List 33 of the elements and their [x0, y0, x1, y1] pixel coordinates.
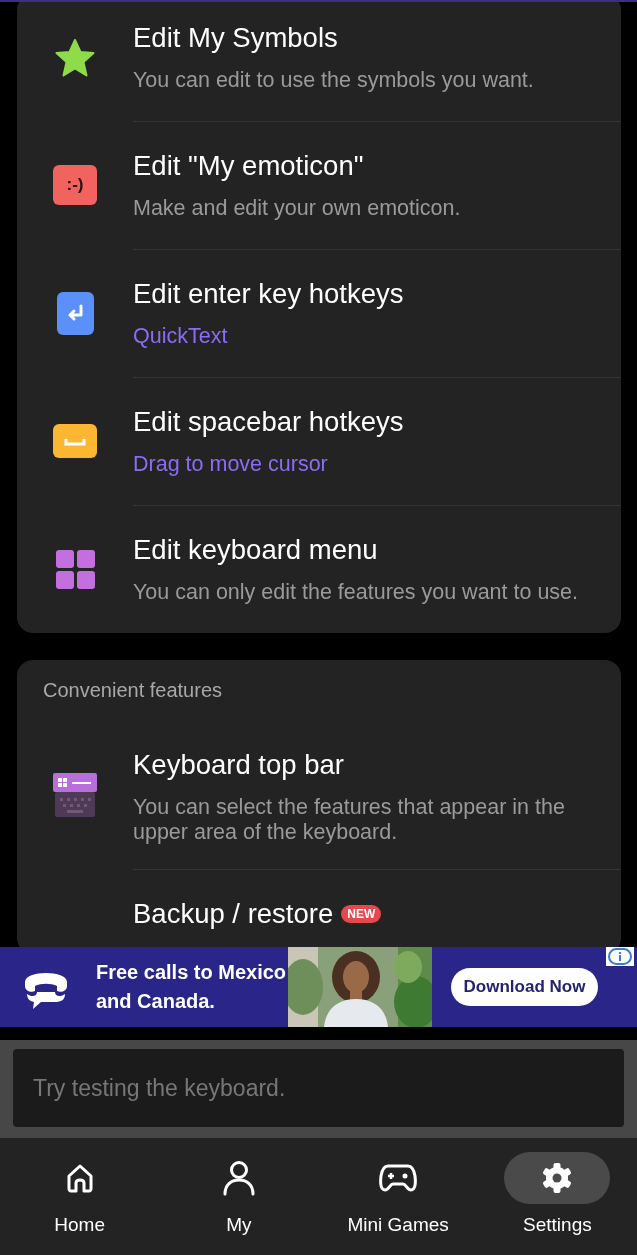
item-description: You can select the features that appear in the upper area of the keyboard. [133, 795, 566, 845]
keyboard-icon [53, 773, 97, 817]
new-badge: NEW [341, 905, 382, 923]
person-icon [221, 1160, 256, 1196]
ad-headline: Free calls to Mexico and Canada. [96, 960, 288, 1014]
spacebar-icon [53, 424, 97, 458]
item-title[interactable]: Edit "My emoticon" [133, 150, 364, 182]
item-title[interactable]: Edit enter key hotkeys [133, 278, 404, 310]
item-description: You can only edit the features you want to use. [133, 580, 580, 605]
item-title[interactable]: Edit keyboard menu [133, 534, 378, 566]
current-value: Drag to move cursor [133, 452, 329, 477]
grid-icon [55, 549, 95, 589]
item-title[interactable]: Edit My Symbols [133, 22, 338, 54]
input-field[interactable]: Try testing the keyboard. [13, 1049, 624, 1127]
item-description: You can edit to use the symbols you want. [133, 68, 535, 93]
nav-tab[interactable]: Settings [477, 1138, 637, 1255]
download-button[interactable]: Download Now [451, 968, 598, 1006]
info-icon[interactable] [606, 947, 634, 966]
item-title[interactable]: Edit spacebar hotkeys [133, 406, 404, 438]
section-header: Convenient features [42, 678, 223, 703]
item-title[interactable]: Keyboard top bar [133, 749, 344, 781]
nav-tab[interactable]: My [159, 1138, 319, 1255]
nav-tab[interactable]: Mini Games [318, 1138, 478, 1255]
enter-key-icon [56, 291, 94, 335]
gamepad-icon [379, 1162, 418, 1194]
star-icon [55, 38, 95, 77]
nav-tab[interactable]: Home [0, 1138, 160, 1255]
settings-icon [541, 1162, 574, 1194]
item-description: Make and edit your own emoticon. [133, 196, 462, 221]
emoticon-icon: :-) [53, 165, 97, 205]
item-title[interactable]: Backup / restore [133, 898, 334, 930]
current-value: QuickText [133, 324, 229, 349]
ad-banner[interactable]: Free calls to Mexico and Canada. Download Now [0, 947, 637, 1027]
